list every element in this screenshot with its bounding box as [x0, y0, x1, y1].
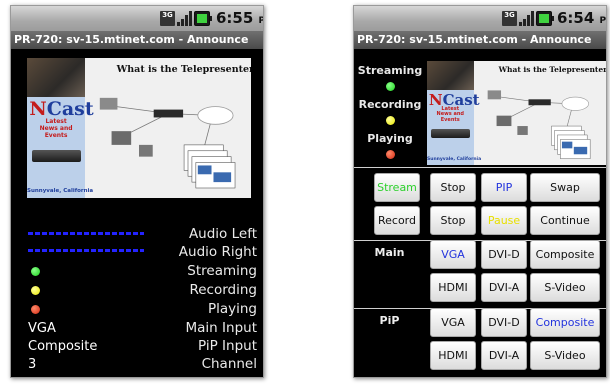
- slide-news-text: Latest News and Events: [39, 118, 73, 139]
- slide-photo: [27, 58, 86, 98]
- streaming-indicator: [31, 267, 40, 276]
- stop-stream-button[interactable]: Stop: [430, 173, 476, 202]
- main-vga-button[interactable]: VGA: [430, 240, 476, 269]
- main-dvid-button[interactable]: DVI-D: [481, 240, 527, 269]
- status-bar: 3G 6:55 PM: [11, 6, 263, 31]
- recording-indicator: [386, 116, 395, 125]
- continue-button[interactable]: Continue: [530, 206, 600, 235]
- main-hdmi-button[interactable]: HDMI: [430, 273, 476, 302]
- pip-input-value: Composite: [28, 339, 98, 354]
- main-composite-button[interactable]: Composite: [530, 240, 600, 269]
- status-bar: 3G 6:54 PM: [354, 6, 606, 31]
- phone-screen-status: 3G 6:55 PM PR-720: sv-15.mtinet.com - An…: [10, 5, 264, 378]
- slide-diagram: [487, 90, 591, 159]
- streaming-indicator: [386, 82, 395, 91]
- signal-bars-icon: [177, 11, 192, 26]
- playing-label: Playing: [207, 301, 257, 317]
- streaming-label: Streaming: [187, 263, 257, 279]
- divider: [354, 167, 606, 168]
- slide-brand-panel: NCast Latest News and Events Sunnyvale, …: [27, 97, 94, 198]
- audio-right-label: Audio Right: [178, 244, 257, 260]
- playing-indicator: [386, 150, 395, 159]
- main-svideo-button[interactable]: S-Video: [530, 273, 600, 302]
- audio-left-label: Audio Left: [188, 226, 257, 242]
- slide-brand-panel: NCast Latest News and Events Sunnyvale, …: [427, 90, 482, 165]
- streaming-label: Streaming: [357, 64, 423, 77]
- pip-vga-button[interactable]: VGA: [430, 308, 476, 337]
- slide-heading: What is the Telepresenter™?: [116, 63, 251, 75]
- network-3g-icon: 3G: [160, 11, 175, 26]
- ncast-logo: NCast: [29, 98, 94, 121]
- clock: 6:55 PM: [216, 9, 263, 27]
- swap-button[interactable]: Swap: [530, 173, 600, 202]
- slide-city: Sunnyvale, California: [427, 157, 482, 162]
- channel-label: Channel: [201, 356, 257, 372]
- slide-city: Sunnyvale, California: [27, 187, 94, 194]
- recording-label: Recording: [189, 282, 257, 298]
- clock: 6:54 PM: [557, 9, 607, 27]
- playing-label: Playing: [367, 132, 413, 145]
- window-title: PR-720: sv-15.mtinet.com - Announce: [354, 31, 606, 49]
- record-button[interactable]: Record: [374, 206, 420, 235]
- pause-button[interactable]: Pause: [481, 206, 527, 235]
- slide-heading: What is the Telepresenter™?: [498, 65, 606, 75]
- slide-device-image: [31, 149, 81, 162]
- playing-indicator: [31, 305, 40, 314]
- presentation-slide: NCast Latest News and Events Sunnyvale, …: [27, 58, 251, 198]
- pip-group-label: PiP: [379, 314, 400, 327]
- slide-device-image: [430, 129, 470, 139]
- stop-record-button[interactable]: Stop: [430, 206, 476, 235]
- audio-right-meter: [28, 249, 144, 252]
- main-input-value: VGA: [28, 321, 56, 336]
- stream-button[interactable]: Stream: [374, 173, 420, 202]
- main-group-label: Main: [374, 246, 405, 259]
- recording-label: Recording: [358, 98, 422, 111]
- audio-left-meter: [28, 232, 144, 235]
- main-input-label: Main Input: [185, 320, 257, 336]
- phone-screen-controls: 3G 6:54 PM PR-720: sv-15.mtinet.com - An…: [353, 5, 607, 378]
- pip-composite-button[interactable]: Composite: [530, 308, 600, 337]
- pip-dvid-button[interactable]: DVI-D: [481, 308, 527, 337]
- slide-diagram: [99, 98, 236, 189]
- main-dvia-button[interactable]: DVI-A: [481, 273, 527, 302]
- channel-value: 3: [28, 357, 37, 372]
- presentation-slide: NCast Latest News and Events Sunnyvale, …: [427, 61, 606, 165]
- signal-bars-icon: [519, 11, 534, 26]
- network-3g-icon: 3G: [502, 11, 517, 26]
- pip-input-label: PiP Input: [198, 338, 257, 354]
- battery-icon: [536, 11, 554, 26]
- slide-news-text: Latest News and Events: [436, 105, 464, 123]
- recording-indicator: [31, 286, 40, 295]
- pip-svideo-button[interactable]: S-Video: [530, 341, 600, 370]
- window-title: PR-720: sv-15.mtinet.com - Announce: [11, 31, 263, 49]
- battery-icon: [194, 11, 212, 26]
- pip-button[interactable]: PIP: [481, 173, 527, 202]
- pip-dvia-button[interactable]: DVI-A: [481, 341, 527, 370]
- slide-photo: [427, 61, 474, 91]
- pip-hdmi-button[interactable]: HDMI: [430, 341, 476, 370]
